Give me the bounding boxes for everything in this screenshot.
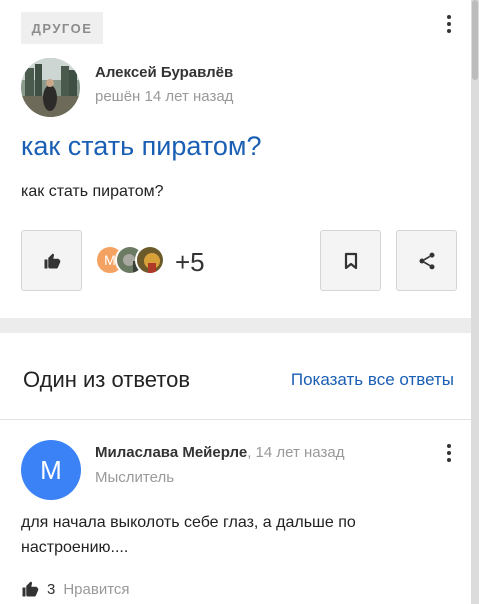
question-title[interactable]: как стать пиратом?	[21, 131, 261, 162]
answer-author-avatar[interactable]: М	[21, 440, 81, 500]
author-name[interactable]: Алексей Буравлёв	[95, 64, 233, 81]
scrollbar[interactable]	[471, 0, 479, 604]
share-button[interactable]	[396, 230, 457, 291]
answer-more-menu-icon[interactable]	[439, 441, 459, 465]
answer-like-label: Нравится	[63, 580, 130, 598]
likes-extra-count[interactable]: +5	[175, 247, 205, 278]
answers-card: Один из ответов Показать все ответы М Ми…	[0, 333, 471, 604]
like-button[interactable]	[21, 230, 82, 291]
share-icon	[419, 252, 434, 269]
answer-author-rank: Мыслитель	[95, 469, 175, 486]
answer-author-name[interactable]: Миласлава Мейерле	[95, 444, 247, 461]
show-all-answers-link[interactable]: Показать все ответы	[291, 370, 454, 390]
answer-like-count: 3	[47, 580, 56, 598]
bookmark-icon	[344, 252, 357, 269]
thumbs-up-icon	[22, 581, 39, 597]
liked-by-avatars[interactable]: М	[95, 245, 167, 277]
divider	[0, 419, 471, 420]
answer-time: , 14 лет назад	[247, 444, 345, 461]
liker-avatar	[135, 245, 165, 275]
more-menu-icon[interactable]	[439, 12, 459, 36]
post-time: решён 14 лет назад	[95, 88, 234, 105]
question-card: ДРУГОЕ Алексей Буравлёв решён 14 лет наз…	[0, 0, 471, 318]
answer-text: для начала выколоть себе глаз, а дальше …	[21, 514, 356, 556]
question-body: как стать пиратом?	[21, 183, 164, 200]
avatar-photo-image	[21, 58, 80, 117]
liker-avatar-image	[137, 247, 163, 273]
author-avatar[interactable]	[21, 58, 80, 117]
thumbs-up-icon	[44, 253, 60, 268]
answer-like-button[interactable]: 3 Нравится	[21, 580, 130, 598]
bookmark-button[interactable]	[320, 230, 381, 291]
answer-author-line: Миласлава Мейерле, 14 лет назад	[95, 444, 344, 461]
category-badge[interactable]: ДРУГОЕ	[21, 12, 103, 44]
scrollbar-thumb[interactable]	[472, 0, 478, 80]
answers-heading: Один из ответов	[23, 367, 191, 392]
